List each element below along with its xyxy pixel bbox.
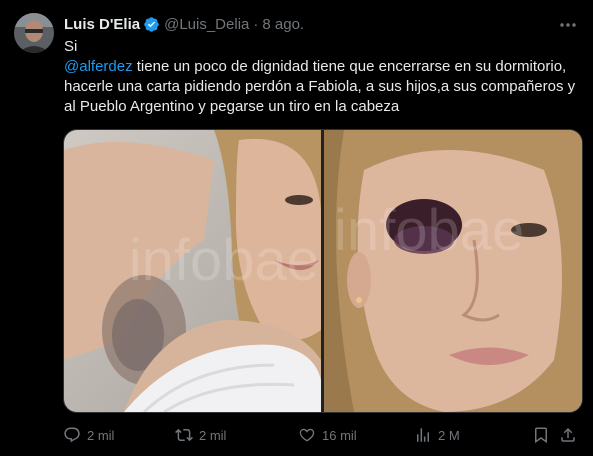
author-avatar[interactable] bbox=[14, 13, 54, 53]
views-icon bbox=[417, 428, 429, 442]
photo-left-image: infobae bbox=[64, 130, 321, 412]
tweet-text-body: @alferdez tiene un poco de dignidad tien… bbox=[64, 57, 584, 117]
tweet-date[interactable]: 8 ago. bbox=[262, 16, 304, 33]
author-handle[interactable]: @Luis_Delia bbox=[164, 16, 249, 33]
views-button[interactable]: 2 M bbox=[414, 424, 460, 446]
like-count: 16 mil bbox=[322, 427, 357, 443]
views-count: 2 M bbox=[438, 427, 460, 443]
tweet-header: Luis D'Elia @Luis_Delia · 8 ago. bbox=[64, 13, 581, 35]
reply-icon bbox=[64, 427, 80, 443]
tweet-text: Si @alferdez tiene un poco de dignidad t… bbox=[64, 37, 584, 117]
reply-count: 2 mil bbox=[87, 427, 115, 443]
bookmark-icon bbox=[535, 427, 547, 444]
like-icon bbox=[299, 428, 315, 442]
watermark-right: infobae bbox=[334, 198, 524, 263]
reply-button[interactable]: 2 mil bbox=[63, 424, 114, 446]
repost-count: 2 mil bbox=[199, 427, 227, 443]
more-icon[interactable] bbox=[557, 15, 579, 33]
photo-left[interactable]: infobae bbox=[64, 130, 321, 412]
tweet-media[interactable]: infobae infobae bbox=[63, 129, 583, 413]
share-icon bbox=[561, 427, 575, 442]
verified-badge-icon bbox=[144, 16, 159, 32]
bookmark-button[interactable] bbox=[532, 424, 556, 446]
like-button[interactable]: 16 mil bbox=[298, 424, 357, 446]
avatar-image bbox=[14, 13, 54, 53]
repost-button[interactable]: 2 mil bbox=[175, 424, 226, 446]
photo-right[interactable]: infobae bbox=[324, 130, 582, 412]
photo-right-image: infobae bbox=[324, 130, 582, 412]
repost-icon bbox=[175, 428, 193, 442]
author-name[interactable]: Luis D'Elia bbox=[64, 16, 140, 33]
tweet-actions: 2 mil 2 mil 16 mil 2 M bbox=[63, 424, 583, 446]
share-button[interactable] bbox=[559, 424, 583, 446]
separator-dot: · bbox=[253, 15, 259, 33]
tweet-text-line-1: Si bbox=[64, 38, 78, 55]
watermark-left: infobae bbox=[129, 228, 319, 293]
mention-link[interactable]: @alferdez bbox=[64, 58, 133, 75]
tweet-body-text: tiene un poco de dignidad tiene que ence… bbox=[64, 58, 576, 115]
